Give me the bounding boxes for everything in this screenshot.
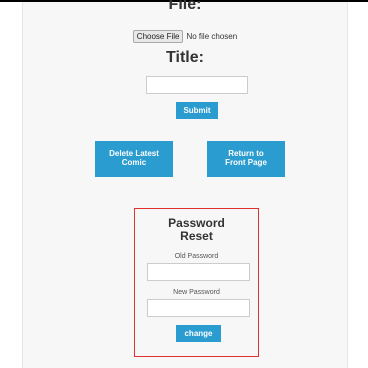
new-password-input[interactable] — [147, 299, 250, 317]
choose-file-button[interactable]: Choose File — [132, 30, 184, 43]
password-reset-form: Password Reset Old Password New Password… — [134, 208, 259, 357]
delete-latest-comic-label: Delete Latest Comic — [109, 149, 159, 167]
password-reset-title: Password Reset — [135, 217, 258, 243]
file-heading: File: — [168, 0, 202, 13]
return-to-front-page-label: Return to Front Page — [225, 149, 267, 167]
password-reset-title-text: Password Reset — [168, 216, 225, 243]
new-password-label: New Password — [173, 289, 220, 296]
title-heading: Title: — [166, 49, 204, 66]
admin-panel: File: Choose File No file chosen Title: S… — [22, 0, 348, 368]
change-password-button[interactable]: change — [176, 325, 221, 342]
file-status-text: No file chosen — [186, 32, 238, 41]
old-password-label: Old Password — [174, 253, 219, 260]
title-input[interactable] — [146, 76, 248, 94]
return-to-front-page-button[interactable]: Return to Front Page — [207, 141, 285, 177]
delete-latest-comic-button[interactable]: Delete Latest Comic — [95, 141, 173, 177]
submit-button[interactable]: Submit — [176, 102, 218, 119]
old-password-input[interactable] — [147, 263, 250, 281]
file-input[interactable]: Choose File No file chosen — [23, 30, 347, 43]
